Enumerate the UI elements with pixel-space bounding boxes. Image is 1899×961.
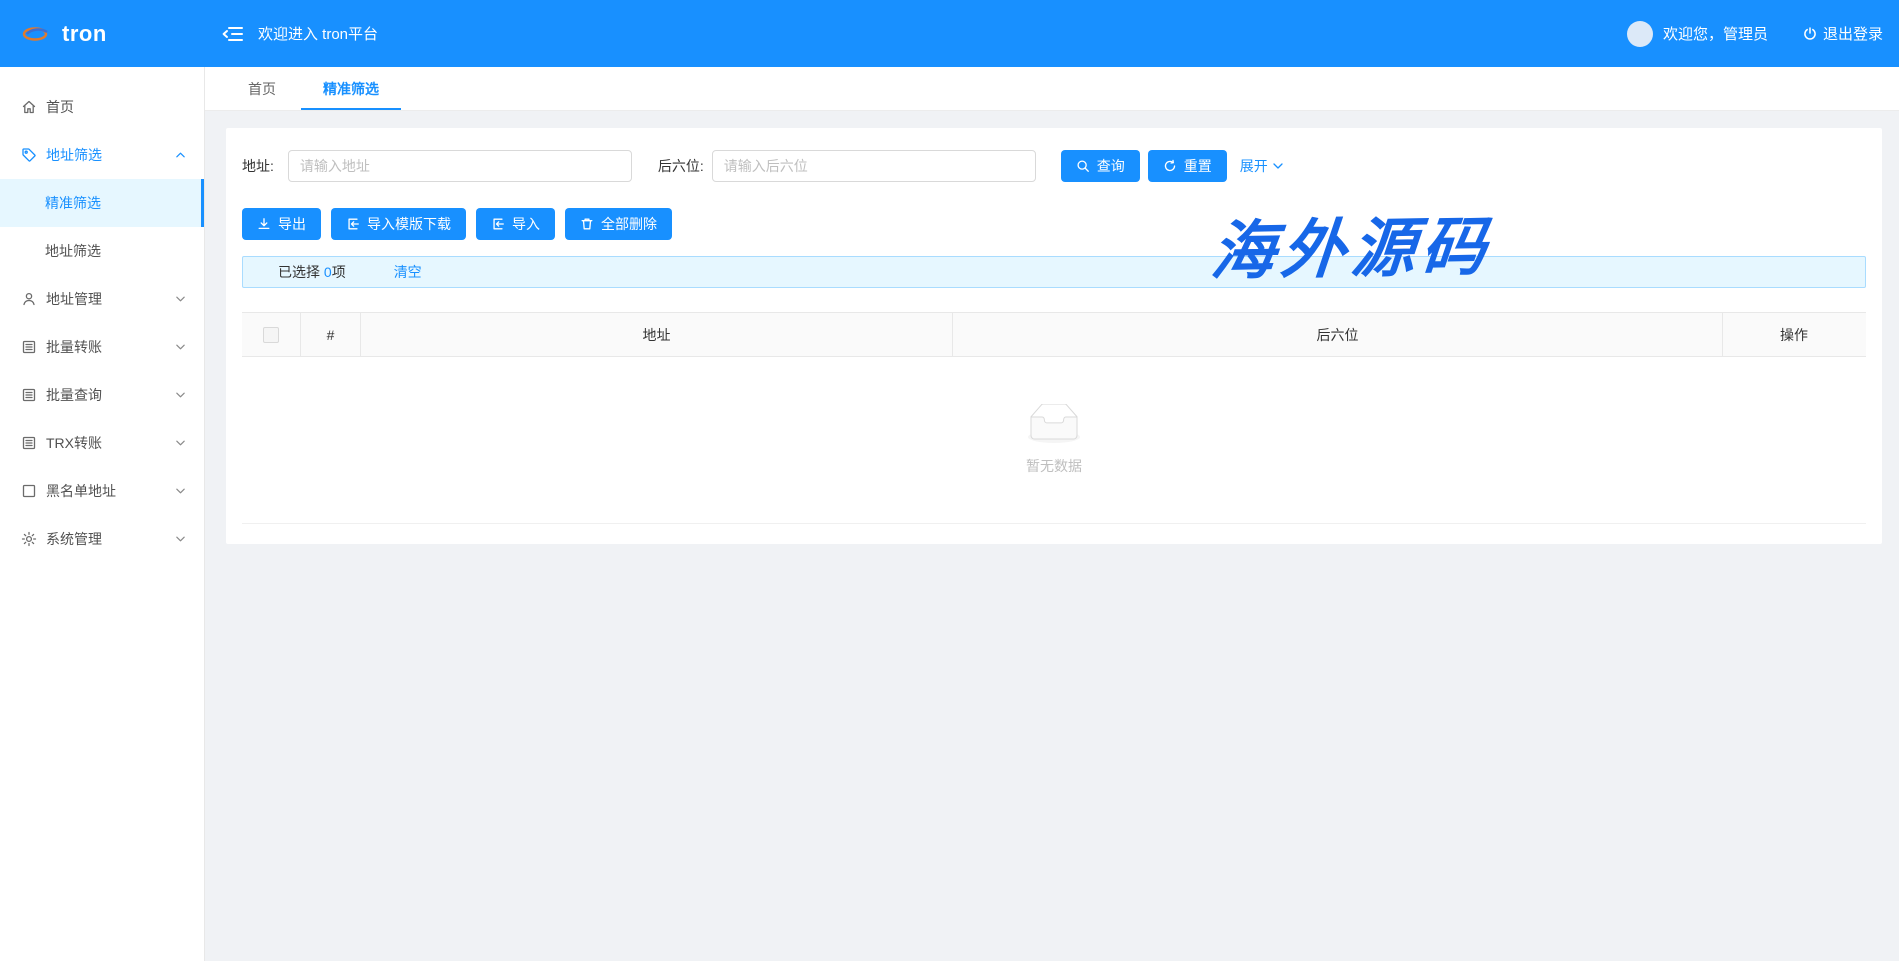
table-empty-state: 暂无数据 — [242, 357, 1866, 524]
sidebar-item-label: TRX转账 — [46, 433, 102, 453]
chevron-down-icon — [175, 390, 186, 401]
reset-button-label: 重置 — [1184, 156, 1212, 176]
reset-button[interactable]: 重置 — [1148, 150, 1227, 182]
top-header: tron 欢迎进入 tron平台 欢迎您，管理员 退出登录 — [0, 0, 1899, 67]
gear-icon — [21, 531, 37, 547]
chevron-down-icon — [175, 342, 186, 353]
delete-all-button[interactable]: 全部删除 — [565, 208, 672, 240]
list-icon — [21, 435, 37, 451]
refresh-icon — [1163, 159, 1177, 173]
delete-all-button-label: 全部删除 — [601, 214, 657, 234]
search-button[interactable]: 查询 — [1061, 150, 1140, 182]
sidebar-item-address-filter[interactable]: 地址筛选 — [0, 131, 204, 179]
sidebar-item-label: 地址筛选 — [45, 241, 101, 261]
import-button[interactable]: 导入 — [476, 208, 555, 240]
empty-text: 暂无数据 — [1026, 456, 1082, 476]
chevron-down-icon — [1272, 160, 1284, 172]
tag-icon — [21, 147, 37, 163]
selected-count: 0 — [324, 264, 332, 280]
table-header-actions: 操作 — [1723, 313, 1865, 356]
import-template-button[interactable]: 导入模版下载 — [331, 208, 466, 240]
download-icon — [257, 217, 271, 231]
data-table: # 地址 后六位 操作 暂无数据 — [242, 312, 1866, 524]
sidebar-subitem-address-filter[interactable]: 地址筛选 — [0, 227, 204, 275]
import-icon — [346, 217, 360, 231]
action-buttons: 导出 导入模版下载 导入 全部删除 — [242, 208, 1866, 240]
import-template-button-label: 导入模版下载 — [367, 214, 451, 234]
search-icon — [1076, 159, 1090, 173]
sidebar-item-label: 首页 — [46, 97, 74, 117]
sidebar-item-label: 精准筛选 — [45, 193, 101, 213]
selected-text: 已选择 0项 — [278, 262, 346, 282]
list-icon — [21, 387, 37, 403]
trash-icon — [580, 217, 594, 231]
selection-alert: 已选择 0项 清空 — [242, 256, 1866, 288]
tab-precise-filter[interactable]: 精准筛选 — [301, 67, 401, 110]
sidebar-item-label: 地址筛选 — [46, 145, 102, 165]
sidebar-item-label: 黑名单地址 — [46, 481, 116, 501]
chevron-down-icon — [175, 438, 186, 449]
sidebar-item-label: 地址管理 — [46, 289, 102, 309]
sidebar-collapse-icon[interactable] — [222, 24, 244, 44]
logout-button[interactable]: 退出登录 — [1802, 23, 1883, 44]
home-icon — [21, 99, 37, 115]
clear-selection-link[interactable]: 清空 — [394, 262, 422, 282]
sidebar-item-batch-transfer[interactable]: 批量转账 — [0, 323, 204, 371]
address-label: 地址: — [242, 156, 274, 176]
logout-icon — [1802, 26, 1818, 42]
expand-label: 展开 — [1240, 156, 1268, 176]
logout-label: 退出登录 — [1823, 23, 1883, 44]
tab-label: 首页 — [248, 79, 276, 99]
filter-form: 地址: 后六位: 查询 重置 展开 — [242, 150, 1866, 182]
brand-name: tron — [62, 21, 107, 47]
sidebar-subitem-precise-filter[interactable]: 精准筛选 — [0, 179, 204, 227]
chevron-down-icon — [175, 486, 186, 497]
table-header-address: 地址 — [361, 313, 953, 356]
tab-label: 精准筛选 — [323, 79, 379, 99]
sidebar-item-label: 批量转账 — [46, 337, 102, 357]
content-card: 地址: 后六位: 查询 重置 展开 导出 — [226, 128, 1882, 544]
brand-logo: tron — [0, 21, 205, 47]
export-button[interactable]: 导出 — [242, 208, 321, 240]
chevron-up-icon — [175, 150, 186, 161]
expand-link[interactable]: 展开 — [1240, 156, 1284, 176]
sidebar-item-label: 批量查询 — [46, 385, 102, 405]
sidebar: 首页 地址筛选 精准筛选 地址筛选 地址管理 批量转账 — [0, 67, 205, 961]
sidebar-item-system-manage[interactable]: 系统管理 — [0, 515, 204, 563]
list-icon — [21, 339, 37, 355]
table-header-suffix: 后六位 — [953, 313, 1723, 356]
empty-inbox-icon — [1022, 404, 1086, 448]
tab-bar: 首页 精准筛选 — [205, 67, 1899, 111]
sidebar-item-trx-transfer[interactable]: TRX转账 — [0, 419, 204, 467]
sidebar-item-label: 系统管理 — [46, 529, 102, 549]
tab-home[interactable]: 首页 — [232, 67, 292, 110]
table-header-index: # — [301, 313, 361, 356]
brand-logo-icon — [22, 25, 50, 42]
chevron-down-icon — [175, 294, 186, 305]
welcome-text: 欢迎进入 tron平台 — [258, 23, 378, 44]
select-all-checkbox[interactable] — [263, 327, 279, 343]
sidebar-item-batch-query[interactable]: 批量查询 — [0, 371, 204, 419]
sidebar-item-home[interactable]: 首页 — [0, 83, 204, 131]
export-button-label: 导出 — [278, 214, 306, 234]
address-input[interactable] — [288, 150, 632, 182]
sidebar-item-address-manage[interactable]: 地址管理 — [0, 275, 204, 323]
import-button-label: 导入 — [512, 214, 540, 234]
sidebar-item-blacklist[interactable]: 黑名单地址 — [0, 467, 204, 515]
user-greeting: 欢迎您，管理员 — [1663, 23, 1768, 44]
suffix-input[interactable] — [712, 150, 1036, 182]
main-content: 首页 精准筛选 地址: 后六位: 查询 重置 展开 — [205, 67, 1899, 961]
table-header-row: # 地址 后六位 操作 — [242, 313, 1866, 357]
import-icon — [491, 217, 505, 231]
chevron-down-icon — [175, 534, 186, 545]
suffix-label: 后六位: — [658, 156, 704, 176]
search-button-label: 查询 — [1097, 156, 1125, 176]
avatar[interactable] — [1627, 21, 1653, 47]
square-icon — [21, 483, 37, 499]
user-icon — [21, 291, 37, 307]
